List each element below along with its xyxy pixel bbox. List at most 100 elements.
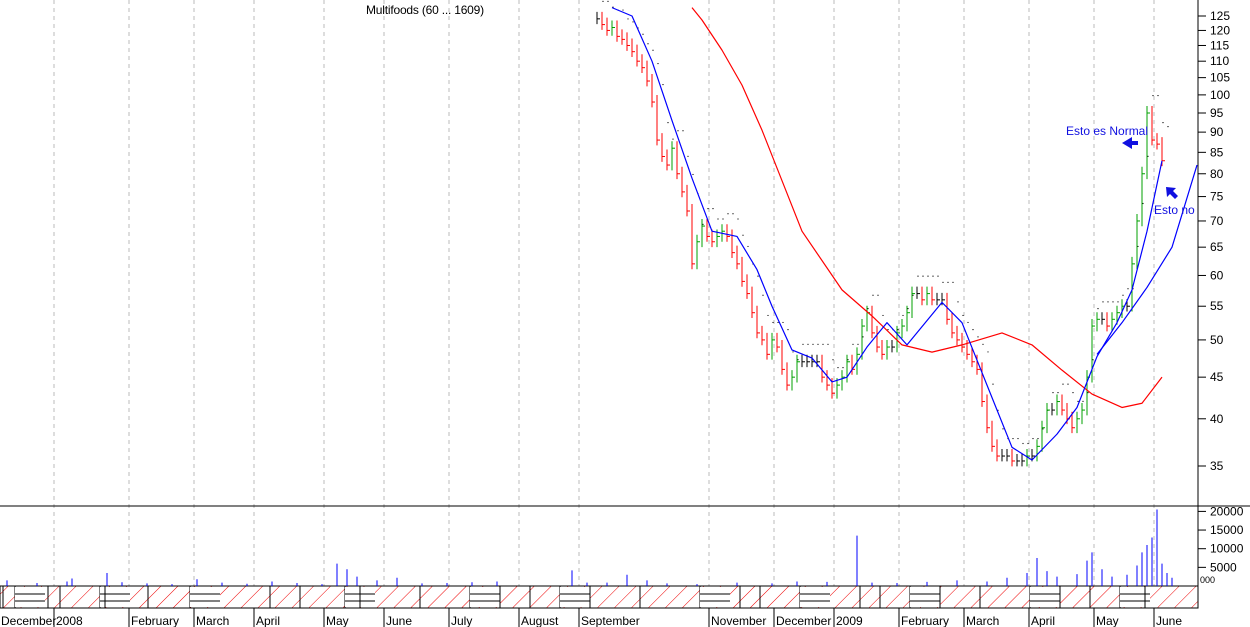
sar-dot [872, 294, 874, 296]
x-tick-label: June [386, 614, 412, 627]
price-tick-label: 70 [1210, 214, 1224, 228]
volume-tick-label: 10000 [1210, 542, 1244, 556]
volume-clipped-label: 000 [1200, 575, 1215, 585]
sar-dot [1122, 294, 1124, 296]
sar-dot [1062, 383, 1064, 385]
sar-dot [1072, 392, 1074, 394]
sar-dot [927, 275, 929, 277]
sar-dot [682, 130, 684, 132]
volume-tick-label: 20000 [1210, 504, 1244, 518]
sar-dot [1142, 202, 1144, 205]
price-tick-label: 60 [1210, 268, 1224, 282]
sar-dot [1022, 442, 1024, 445]
sar-dot [862, 336, 864, 338]
sar-dot [787, 329, 789, 331]
band-blank [1030, 587, 1060, 607]
sar-dot [1052, 392, 1054, 394]
sar-dot [707, 208, 709, 210]
sar-dot [1017, 437, 1019, 440]
sar-dot [987, 351, 989, 353]
sar-dot [757, 275, 759, 277]
sar-dot [1147, 155, 1149, 157]
x-tick-label: 2008 [56, 614, 83, 627]
x-tick-label: August [521, 614, 559, 627]
arrow-up-left-icon [1166, 187, 1178, 199]
sar-dot [1067, 383, 1069, 385]
price-tick-label: 95 [1210, 106, 1224, 120]
sar-dot [1032, 437, 1034, 440]
sar-dot [1077, 400, 1079, 402]
sar-dot [662, 83, 664, 86]
sar-dot [852, 343, 854, 345]
sar-dot [672, 138, 674, 140]
sar-dot [1112, 301, 1114, 303]
price-tick-label: 55 [1210, 299, 1224, 313]
band-blank [190, 587, 220, 607]
price-tick-label: 50 [1210, 333, 1224, 347]
sar-dot [677, 130, 679, 132]
sar-dot [732, 213, 734, 215]
x-tick-label: February [901, 614, 949, 627]
sar-dot [1042, 428, 1044, 430]
sar-dot [932, 275, 934, 277]
x-tick-label: September [581, 614, 640, 627]
sar-dot [1027, 442, 1029, 445]
sar-dot [957, 301, 959, 303]
sar-dot [777, 321, 779, 324]
x-tick-label: April [1031, 614, 1055, 627]
sar-dot [1097, 307, 1099, 310]
price-tick-label: 120 [1210, 23, 1230, 37]
sar-dot [942, 281, 944, 283]
sar-dot [817, 343, 819, 345]
chart-title: Multifoods (60 ... 1609) [366, 3, 484, 17]
sar-dot [1057, 392, 1059, 394]
sar-dot [1117, 301, 1119, 303]
x-tick-label: May [1096, 614, 1119, 627]
sar-dot [827, 343, 829, 345]
x-tick-label: June [1156, 614, 1182, 627]
x-tick-label: December [1, 614, 56, 627]
price-tick-label: 85 [1210, 145, 1224, 159]
volume-tick-label: 5000 [1210, 560, 1237, 574]
sar-dot [837, 367, 839, 369]
sar-dot [1082, 400, 1084, 402]
sar-dot [1167, 126, 1169, 128]
annotation-normal: Esto es Normal [1066, 124, 1149, 138]
sar-dot [607, 0, 609, 2]
sar-dot [887, 329, 889, 331]
sar-dot [822, 343, 824, 345]
sar-dot [762, 294, 764, 296]
sar-dot [687, 155, 689, 157]
band-blank [700, 587, 730, 607]
price-tick-label: 105 [1210, 71, 1230, 85]
sar-dot [772, 321, 774, 324]
sar-dot [767, 314, 769, 317]
sar-dot [962, 314, 964, 317]
band-blank [800, 587, 830, 607]
price-tick-label: 125 [1210, 9, 1230, 23]
sar-dot [917, 275, 919, 277]
sar-dot [632, 21, 634, 23]
sar-dot [702, 223, 704, 225]
annotation-not-normal: Esto no [1154, 203, 1195, 217]
price-tick-label: 40 [1210, 412, 1224, 426]
sar-dot [792, 351, 794, 353]
sar-dot [802, 343, 804, 345]
sar-dot [1087, 392, 1089, 394]
sar-dot [717, 218, 719, 220]
x-tick-label: May [326, 614, 349, 627]
sar-dot [947, 281, 949, 283]
sar-dot [972, 329, 974, 331]
sar-dot [1037, 437, 1039, 440]
sar-dot [1127, 288, 1129, 290]
x-tick-label: March [196, 614, 229, 627]
sar-dot [1092, 359, 1094, 361]
price-tick-label: 80 [1210, 167, 1224, 181]
sar-dot [912, 294, 914, 296]
band-blank [15, 587, 45, 607]
sar-dot [642, 33, 644, 35]
sar-dot [747, 245, 749, 248]
sar-dot [967, 321, 969, 324]
sar-dot [742, 234, 744, 236]
sar-dot [897, 329, 899, 331]
